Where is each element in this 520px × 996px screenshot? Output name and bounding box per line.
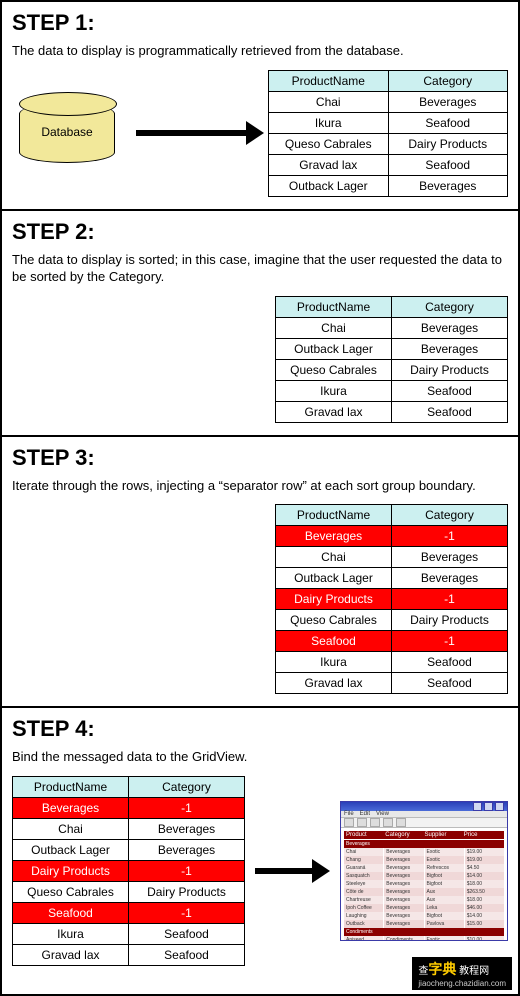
table-header: Category <box>392 296 508 317</box>
step1-title: STEP 1: <box>12 10 508 36</box>
step4-panel: STEP 4: Bind the messaged data to the Gr… <box>2 708 518 994</box>
gridview-content: ProductCategorySupplierPrice Beverages C… <box>341 828 507 941</box>
separator-row: Dairy Products-1 <box>13 860 245 881</box>
step3-desc: Iterate through the rows, injecting a “s… <box>12 477 508 495</box>
browser-menubar: FileEditView <box>341 811 507 818</box>
database-label: Database <box>20 125 114 139</box>
step3-title: STEP 3: <box>12 445 508 471</box>
step2-title: STEP 2: <box>12 219 508 245</box>
watermark: 查字典 教程网 jiaocheng.chazidian.com <box>412 957 512 990</box>
separator-row: Beverages-1 <box>276 526 508 547</box>
table-row: Queso CabralesDairy Products <box>13 881 245 902</box>
browser-titlebar <box>341 802 507 811</box>
step4-table: ProductNameCategory Beverages-1 ChaiBeve… <box>12 776 245 966</box>
window-controls <box>473 802 504 811</box>
step1-desc: The data to display is programmatically … <box>12 42 508 60</box>
table-row: IkuraSeafood <box>13 923 245 944</box>
table-row: Queso CabralesDairy Products <box>276 610 508 631</box>
table-row: Outback LagerBeverages <box>276 568 508 589</box>
step3-table: ProductNameCategory Beverages-1 ChaiBeve… <box>275 504 508 694</box>
step1-panel: STEP 1: The data to display is programma… <box>2 2 518 211</box>
step2-desc: The data to display is sorted; in this c… <box>12 251 508 286</box>
diagram-container: STEP 1: The data to display is programma… <box>0 0 520 996</box>
database-cylinder: Database <box>12 103 122 163</box>
table-header: ProductName <box>276 296 392 317</box>
step2-panel: STEP 2: The data to display is sorted; i… <box>2 211 518 437</box>
table-header: ProductName <box>276 505 392 526</box>
arrow-icon <box>255 859 330 883</box>
separator-row: Dairy Products-1 <box>276 589 508 610</box>
browser-title-text <box>344 803 346 809</box>
step2-table: ProductNameCategory ChaiBeverages Outbac… <box>275 296 508 423</box>
gridview-screenshot: FileEditView ProductCategorySupplierPric… <box>340 801 508 941</box>
table-header: Category <box>388 70 508 91</box>
table-header: ProductName <box>13 776 129 797</box>
arrow-icon <box>136 121 264 145</box>
table-row: IkuraSeafood <box>269 112 508 133</box>
table-row: Gravad laxSeafood <box>276 401 508 422</box>
table-row: IkuraSeafood <box>276 380 508 401</box>
step3-panel: STEP 3: Iterate through the rows, inject… <box>2 437 518 709</box>
separator-row: Beverages-1 <box>13 797 245 818</box>
step1-table: ProductNameCategory ChaiBeverages IkuraS… <box>268 70 508 197</box>
step4-title: STEP 4: <box>12 716 508 742</box>
table-header: ProductName <box>269 70 389 91</box>
table-row: Outback LagerBeverages <box>276 338 508 359</box>
table-row: IkuraSeafood <box>276 652 508 673</box>
table-row: Gravad laxSeafood <box>13 944 245 965</box>
separator-row: Seafood-1 <box>276 631 508 652</box>
table-row: Outback LagerBeverages <box>269 175 508 196</box>
table-header: Category <box>129 776 245 797</box>
step4-desc: Bind the messaged data to the GridView. <box>12 748 508 766</box>
table-row: Outback LagerBeverages <box>13 839 245 860</box>
table-row: Gravad laxSeafood <box>276 673 508 694</box>
browser-toolbar <box>341 818 507 828</box>
table-header: Category <box>392 505 508 526</box>
table-row: ChaiBeverages <box>13 818 245 839</box>
table-row: Queso CabralesDairy Products <box>276 359 508 380</box>
table-row: ChaiBeverages <box>276 317 508 338</box>
table-row: ChaiBeverages <box>269 91 508 112</box>
table-row: ChaiBeverages <box>276 547 508 568</box>
table-row: Gravad laxSeafood <box>269 154 508 175</box>
separator-row: Seafood-1 <box>13 902 245 923</box>
table-row: Queso CabralesDairy Products <box>269 133 508 154</box>
